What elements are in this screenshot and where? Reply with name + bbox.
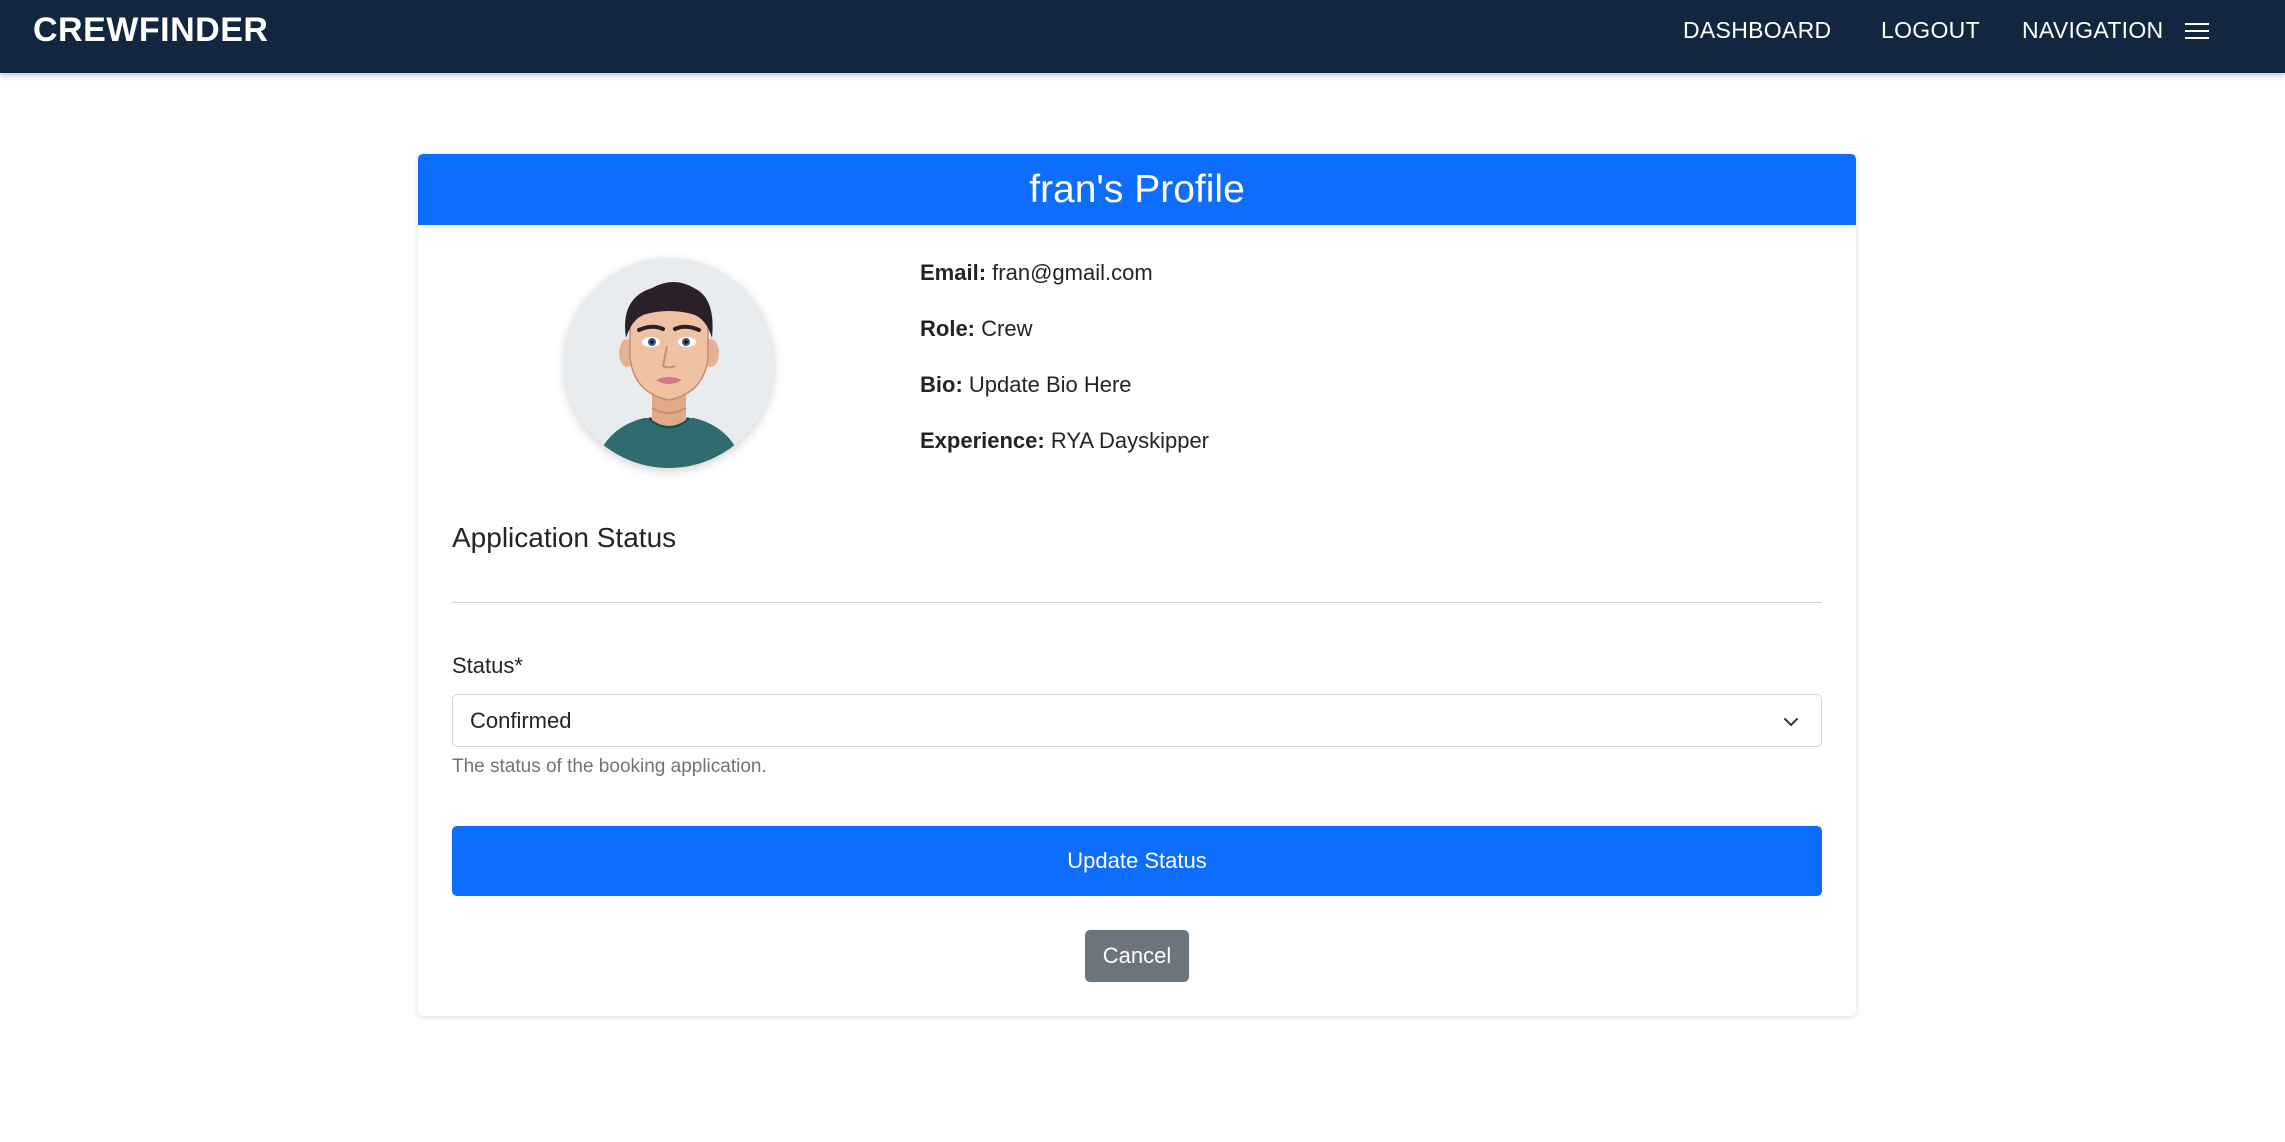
profile-role: Role: Crew [920, 316, 1209, 372]
role-label: Role: [920, 316, 975, 341]
user-avatar-icon [564, 258, 774, 468]
experience-value: RYA Dayskipper [1050, 428, 1210, 453]
bio-value: Update Bio Here [968, 372, 1132, 397]
hamburger-menu-icon[interactable] [2185, 22, 2210, 40]
email-label: Email: [920, 260, 987, 285]
profile-title: fran's Profile [418, 154, 1856, 225]
nav-link-logout[interactable]: LOGOUT [1881, 17, 1980, 44]
status-help-text: The status of the booking application. [452, 756, 767, 777]
chevron-down-icon [1784, 718, 1798, 726]
nav-link-dashboard[interactable]: DASHBOARD [1683, 17, 1831, 44]
profile-experience: Experience: RYA Dayskipper [920, 428, 1209, 484]
profile-card: fran's Profile Email: fran@gmail.com Rol… [418, 154, 1856, 1016]
profile-details: Email: fran@gmail.com Role: Crew Bio: Up… [920, 260, 1209, 484]
section-divider [452, 602, 1822, 603]
status-select[interactable]: Confirmed [452, 694, 1822, 747]
experience-label: Experience: [920, 428, 1045, 453]
top-navbar: CREWFINDER DASHBOARD LOGOUT NAVIGATION [0, 0, 2285, 73]
brand-logo[interactable]: CREWFINDER [33, 11, 268, 50]
nav-navigation-label: NAVIGATION [2022, 17, 2164, 43]
bio-label: Bio: [920, 372, 963, 397]
profile-bio: Bio: Update Bio Here [920, 372, 1209, 428]
application-status-heading: Application Status [452, 522, 677, 553]
email-value: fran@gmail.com [992, 260, 1153, 285]
role-value: Crew [981, 316, 1033, 341]
profile-email: Email: fran@gmail.com [920, 260, 1209, 316]
status-selected-value: Confirmed [470, 708, 572, 733]
update-status-button[interactable]: Update Status [452, 826, 1822, 896]
cancel-button[interactable]: Cancel [1085, 930, 1189, 982]
status-label: Status* [452, 653, 523, 678]
nav-navigation-toggle[interactable]: NAVIGATION [2022, 17, 2210, 44]
